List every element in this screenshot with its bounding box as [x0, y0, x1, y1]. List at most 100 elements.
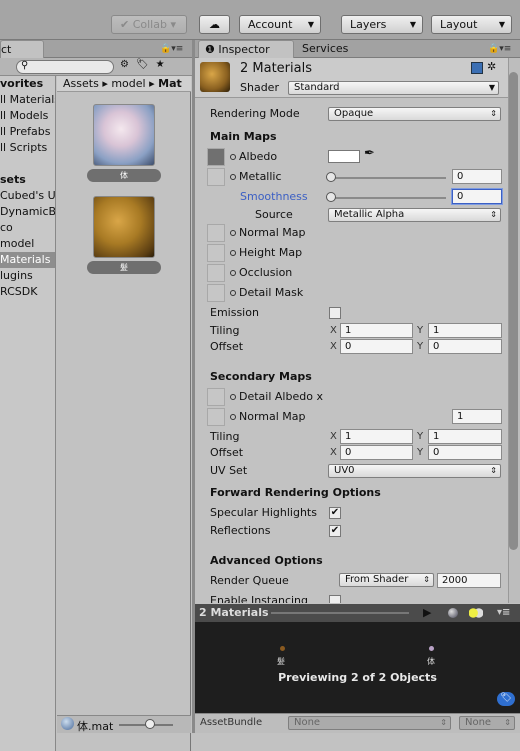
sidebar-item-favorites[interactable]: vorites	[0, 76, 55, 92]
layout-dropdown[interactable]: Layout ▼	[431, 15, 512, 34]
texture-picker-icon[interactable]	[230, 414, 236, 420]
texture-picker-icon[interactable]	[230, 250, 236, 256]
sphere-preview-icon[interactable]	[448, 608, 458, 618]
render-queue-field[interactable]: 2000	[437, 573, 501, 588]
texture-picker-icon[interactable]	[230, 394, 236, 400]
offset2-y-field[interactable]: 0	[428, 445, 502, 460]
sidebar-item-assets[interactable]: sets	[0, 172, 55, 188]
occlusion-slot[interactable]	[207, 264, 225, 282]
texture-picker-icon[interactable]	[230, 270, 236, 276]
tab-project-label: ct	[1, 43, 12, 56]
eyedropper-icon[interactable]: ✒	[364, 146, 375, 161]
hair-preview-sphere	[280, 646, 285, 651]
inspector-lock-icon[interactable]: 🔒▾≡	[488, 44, 511, 54]
search-filter-icons[interactable]: ⚙🏷★	[120, 59, 190, 75]
detail-albedo-slot[interactable]	[207, 388, 225, 406]
label-tag-icon[interactable]: 🏷	[497, 692, 515, 706]
asset-bundle-variant-dropdown[interactable]: None ⇕	[459, 716, 515, 730]
rendering-mode-dropdown[interactable]: Opaque ⇕	[328, 107, 501, 121]
sidebar-item-all-prefabs[interactable]: ll Prefabs	[0, 124, 55, 140]
folder-tree: vorites ll Materials ll Models ll Prefab…	[0, 76, 56, 751]
gear-icon[interactable]: ✲	[487, 60, 496, 73]
metallic-texture-slot[interactable]	[207, 168, 225, 186]
inspector-scrollbar-thumb[interactable]	[509, 72, 518, 550]
source-dropdown[interactable]: Metallic Alpha ⇕	[328, 208, 501, 222]
tiling2-x-field[interactable]: 1	[340, 429, 413, 444]
offset-x-field[interactable]: 0	[340, 339, 413, 354]
layout-label: Layout	[440, 18, 478, 31]
texture-picker-icon[interactable]	[230, 174, 236, 180]
preview-drag-handle[interactable]	[271, 612, 409, 614]
tiling-x-field[interactable]: 1	[340, 323, 413, 338]
updown-icon: ⇕	[490, 109, 497, 118]
material-thumbnail-body[interactable]	[93, 104, 155, 166]
breadcrumb-assets[interactable]: Assets	[63, 77, 99, 90]
slider-knob[interactable]	[145, 719, 155, 729]
smoothness-slider-knob[interactable]	[326, 192, 336, 202]
render-queue-dropdown[interactable]: From Shader ⇕	[339, 573, 434, 587]
normal-map-slot[interactable]	[207, 224, 225, 242]
offset-y-field[interactable]: 0	[428, 339, 502, 354]
sidebar-item-model[interactable]: model	[0, 236, 55, 252]
tab-services[interactable]: Services	[296, 40, 376, 58]
emission-checkbox[interactable]	[329, 307, 341, 319]
book-icon[interactable]	[471, 62, 483, 74]
metallic-label: Metallic	[239, 170, 282, 183]
texture-picker-icon[interactable]	[230, 154, 236, 160]
metallic-slider-knob[interactable]	[326, 172, 336, 182]
breadcrumb-model[interactable]: model	[111, 77, 145, 90]
sidebar-item-cubeds[interactable]: Cubed's Unity	[0, 188, 55, 204]
tiling-y-field[interactable]: 1	[428, 323, 502, 338]
collab-button[interactable]: ✔ Collab ▾	[111, 15, 187, 34]
sidebar-item-all-materials[interactable]: ll Materials	[0, 92, 55, 108]
sidebar-item-co[interactable]: co	[0, 220, 55, 236]
reflections-label: Reflections	[210, 524, 271, 537]
sidebar-item-materials[interactable]: Materials	[0, 252, 55, 268]
tiling2-y-field[interactable]: 1	[428, 429, 502, 444]
reflections-checkbox[interactable]: ✔	[329, 525, 341, 537]
sidebar-item-all-scripts[interactable]: ll Scripts	[0, 140, 55, 156]
metallic-value-field[interactable]: 0	[452, 169, 502, 184]
search-input[interactable]: ⚲	[16, 60, 114, 74]
detail-normal-map-slot[interactable]	[207, 408, 225, 426]
asset-bundle-dropdown[interactable]: None ⇕	[288, 716, 451, 730]
shader-dropdown[interactable]: Standard ▼	[288, 81, 499, 95]
lock-icon[interactable]: 🔒▾≡	[160, 44, 183, 54]
cloud-button[interactable]: ☁	[199, 15, 230, 34]
detail-normal-scale-field[interactable]: 1	[452, 409, 502, 424]
play-icon[interactable]: ▶	[423, 604, 431, 621]
sidebar-item-vrcsdk[interactable]: RCSDK	[0, 284, 55, 300]
lights-icon[interactable]	[469, 608, 483, 618]
texture-picker-icon[interactable]	[230, 230, 236, 236]
breadcrumb-materials[interactable]: Mat	[158, 77, 182, 90]
albedo-texture-slot[interactable]	[207, 148, 225, 166]
account-dropdown[interactable]: Account ▼	[239, 15, 321, 34]
material-thumbnail-hair[interactable]	[93, 196, 155, 258]
collab-label: ✔ Collab ▾	[120, 18, 176, 31]
texture-picker-icon[interactable]	[230, 290, 236, 296]
offset2-x-field[interactable]: 0	[340, 445, 413, 460]
smoothness-value-field[interactable]: 0	[452, 189, 502, 204]
uv-set-dropdown[interactable]: UV0 ⇕	[328, 464, 501, 478]
dropdown-arrow-icon: ▼	[488, 83, 495, 92]
asset-bundle-value: None	[294, 717, 321, 728]
albedo-color-swatch[interactable]	[328, 150, 360, 163]
specular-highlights-checkbox[interactable]: ✔	[329, 507, 341, 519]
sidebar-item-dynamicbone[interactable]: DynamicBone	[0, 204, 55, 220]
sidebar-item-all-models[interactable]: ll Models	[0, 108, 55, 124]
enable-instancing-checkbox[interactable]	[329, 595, 341, 603]
menu-icon[interactable]: ▾≡	[497, 604, 510, 621]
x-label: X	[330, 325, 337, 336]
breadcrumb-separator: ▸	[102, 77, 108, 90]
tab-inspector[interactable]: ❶ Inspector	[198, 40, 294, 58]
sidebar-item-plugins[interactable]: lugins	[0, 268, 55, 284]
tab-project[interactable]: ct	[0, 40, 44, 58]
y-label: Y	[417, 341, 424, 352]
material-label-body[interactable]: 体	[87, 169, 161, 182]
smoothness-slider[interactable]	[333, 197, 446, 199]
metallic-slider[interactable]	[333, 177, 446, 179]
detail-mask-slot[interactable]	[207, 284, 225, 302]
layers-dropdown[interactable]: Layers ▼	[341, 15, 423, 34]
material-label-hair[interactable]: 髪	[87, 261, 161, 274]
height-map-slot[interactable]	[207, 244, 225, 262]
